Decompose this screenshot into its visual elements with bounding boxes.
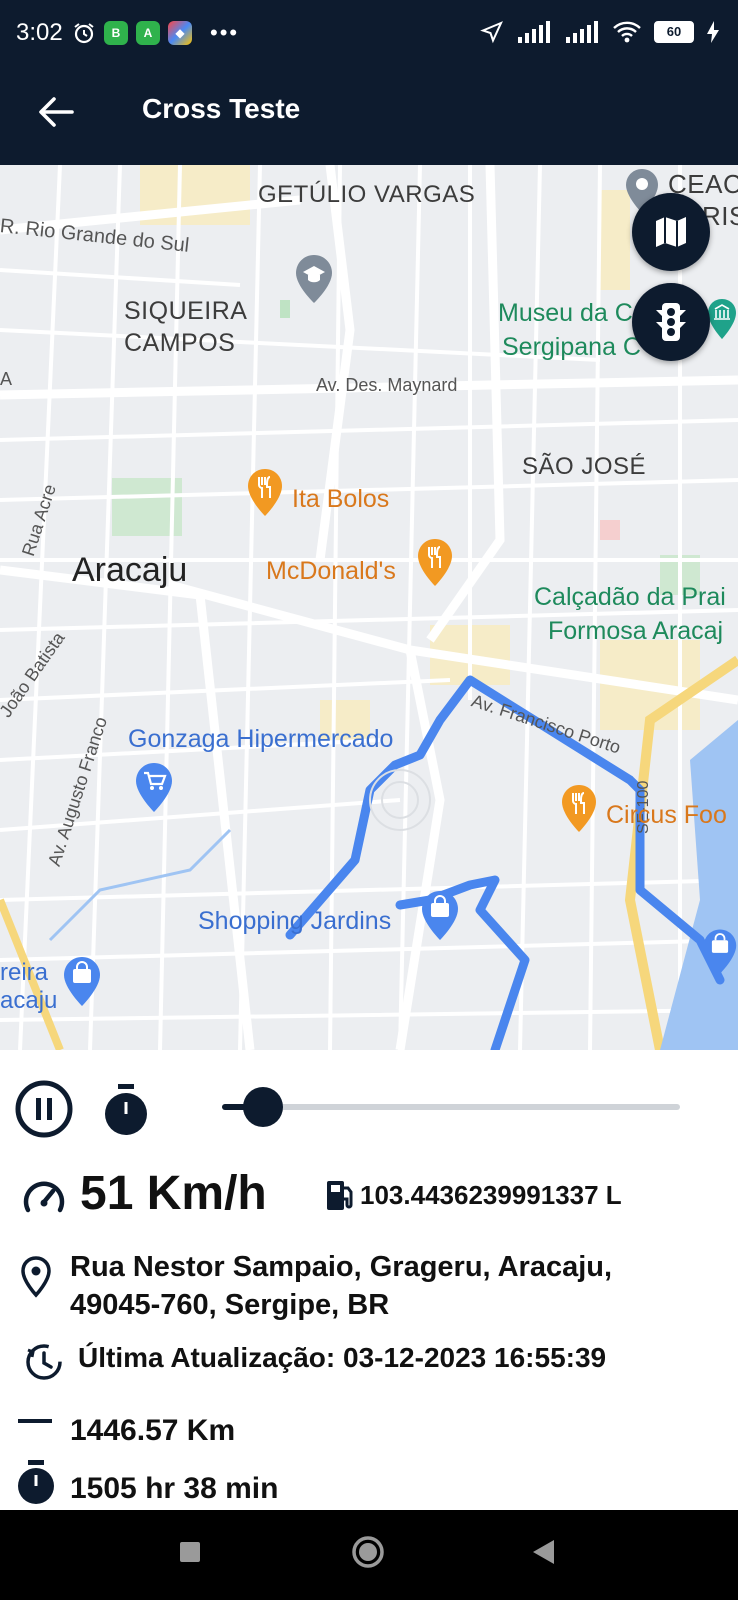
alarm-icon <box>74 23 94 44</box>
map-label: Circus Foo <box>606 801 727 829</box>
status-notification-icons: B A ◆ ••• <box>72 20 239 46</box>
status-bar: 3:02 B A ◆ ••• 60 <box>0 0 738 70</box>
app-notification-icon: ◆ <box>168 21 192 45</box>
map-label: Calçadão da Prai <box>534 583 726 611</box>
map-label: Sergipana C <box>502 333 641 361</box>
map-label: GETÚLIO VARGAS <box>258 181 476 208</box>
map-type-button[interactable] <box>632 193 710 271</box>
signal-icon <box>566 21 598 43</box>
app-notification-icon: B <box>104 21 128 45</box>
distance-icon <box>18 1419 52 1423</box>
last-update-text: Última Atualização: 03-12-2023 16:55:39 <box>78 1342 607 1373</box>
restaurant-pin-icon[interactable] <box>416 537 454 589</box>
system-nav-bar <box>0 1510 738 1600</box>
playback-slider-track[interactable] <box>222 1104 680 1110</box>
pause-button[interactable] <box>14 1079 74 1139</box>
map-label: Gonzaga Hipermercado <box>128 725 394 753</box>
speed-value: 51 Km/h <box>80 1167 267 1220</box>
distance-value: 1446.57 Km <box>70 1414 236 1447</box>
location-arrow-icon <box>480 21 503 44</box>
shopping-bag-pin-icon[interactable] <box>420 889 460 943</box>
home-button[interactable] <box>350 1534 386 1570</box>
address-text: Rua Nestor Sampaio, Grageru, Aracaju, 49… <box>70 1251 613 1321</box>
map-label: Av. Des. Maynard <box>316 375 458 395</box>
map-view[interactable]: GETÚLIO VARGAS CEAC RIS R. Rio Grande do… <box>0 165 738 1050</box>
timer-speed-button[interactable] <box>102 1082 150 1138</box>
map-label: CAMPOS <box>124 329 236 357</box>
map-label: Museu da C <box>498 299 633 327</box>
map-label: acaju <box>0 987 58 1014</box>
location-pin-icon <box>21 1256 51 1298</box>
playback-slider-thumb[interactable] <box>243 1087 284 1127</box>
charging-icon <box>707 21 719 43</box>
map-label: reira <box>0 959 49 986</box>
map-label: A <box>0 369 13 389</box>
map-label: Ita Bolos <box>292 485 390 513</box>
duration-value: 1505 hr 38 min <box>70 1472 279 1505</box>
traffic-light-icon <box>656 303 686 341</box>
fuel-pump-icon <box>327 1181 353 1210</box>
page-title: Cross Teste <box>142 93 301 124</box>
map-label: SÃO JOSÉ <box>522 453 647 480</box>
signal-icon <box>518 21 550 43</box>
speedometer-icon <box>23 1181 65 1213</box>
shopping-cart-pin-icon[interactable] <box>134 761 174 815</box>
back-arrow-icon[interactable] <box>34 90 78 134</box>
battery-icon: 60 <box>654 21 694 43</box>
clock-update-icon <box>26 1344 62 1380</box>
status-time: 3:02 <box>16 19 63 46</box>
map-label: McDonald's <box>266 557 396 585</box>
traffic-toggle-button[interactable] <box>632 283 710 361</box>
map-label: SIQUEIRA <box>124 297 248 325</box>
recent-apps-button[interactable] <box>178 1540 202 1564</box>
restaurant-pin-icon[interactable] <box>246 467 284 519</box>
map-icon <box>656 217 686 247</box>
museum-pin-icon[interactable] <box>706 297 738 343</box>
school-pin-icon[interactable] <box>294 253 334 305</box>
restaurant-pin-icon[interactable] <box>560 783 598 835</box>
app-notification-icon: A <box>136 21 160 45</box>
status-system-icons: 60 <box>480 20 720 44</box>
fuel-value: 103.4436239991337 L <box>360 1180 622 1210</box>
app-bar: Cross Teste <box>0 70 738 165</box>
shopping-bag-pin-icon[interactable] <box>62 955 102 1009</box>
map-label: Shopping Jardins <box>198 907 392 935</box>
map-label: Aracaju <box>72 551 188 589</box>
stopwatch-icon <box>18 1460 54 1504</box>
map-label: Formosa Aracaj <box>548 617 724 645</box>
shopping-bag-pin-icon[interactable] <box>702 927 738 977</box>
more-notifications-icon: ••• <box>210 20 240 45</box>
wifi-icon <box>613 21 641 43</box>
back-button[interactable] <box>530 1538 556 1566</box>
